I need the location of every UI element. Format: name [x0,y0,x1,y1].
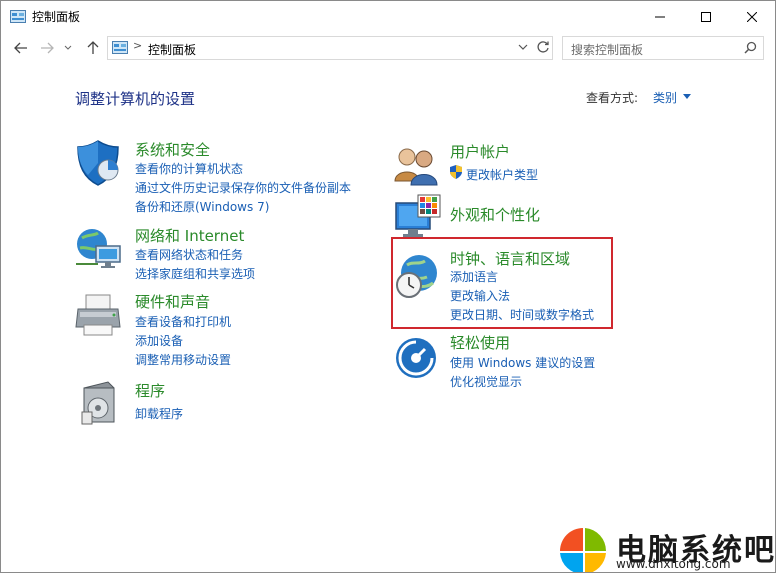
link-mobility-settings[interactable]: 调整常用移动设置 [135,351,231,368]
link-recommended-settings[interactable]: 使用 Windows 建议的设置 [450,354,595,371]
search-icon[interactable] [744,41,757,54]
title-bar[interactable]: 控制面板 [1,1,775,32]
close-button[interactable] [729,1,775,32]
link-change-input-method[interactable]: 更改输入法 [450,287,510,304]
printer-icon[interactable] [74,291,124,341]
category-title-system-security[interactable]: 系统和安全 [135,139,210,160]
user-accounts-icon[interactable] [392,141,442,191]
chevron-down-icon[interactable] [518,42,528,52]
link-homegroup-sharing[interactable]: 选择家庭组和共享选项 [135,265,255,282]
windows-logo-watermark [560,528,607,572]
link-backup-restore[interactable]: 备份和还原(Windows 7) [135,198,269,215]
up-button[interactable] [83,38,103,58]
category-title-user-accounts[interactable]: 用户帐户 [450,141,510,162]
link-add-language[interactable]: 添加语言 [450,268,498,285]
arrow-right-icon [41,42,54,54]
search-box[interactable]: 搜索控制面板 [562,36,764,60]
link-change-date-time-format[interactable]: 更改日期、时间或数字格式 [450,306,594,323]
minimize-button[interactable] [637,1,683,32]
search-input[interactable]: 搜索控制面板 [571,41,643,58]
category-title-clock-language-region[interactable]: 时钟、语言和区域 [450,248,570,269]
clock-globe-icon[interactable] [393,251,443,301]
breadcrumb-control-panel[interactable]: 控制面板 [148,41,196,58]
maximize-icon [701,11,711,22]
refresh-icon[interactable] [536,40,550,54]
control-panel-icon [112,41,128,54]
recent-locations-button[interactable] [58,38,78,58]
category-title-ease-of-access[interactable]: 轻松使用 [450,332,510,353]
arrow-up-icon [87,41,99,54]
address-bar[interactable]: > 控制面板 [107,36,553,60]
watermark-url: www.dnxitong.com [616,557,731,571]
link-change-account-type[interactable]: 更改帐户类型 [466,166,538,183]
link-file-history-backup[interactable]: 通过文件历史记录保存你的文件备份副本 [135,179,351,196]
close-icon [747,11,757,22]
uac-shield-icon [450,165,462,179]
programs-icon[interactable] [74,378,124,428]
link-uninstall-program[interactable]: 卸载程序 [135,405,183,422]
breadcrumb-separator[interactable]: > [133,39,142,52]
category-title-programs[interactable]: 程序 [135,380,165,401]
link-optimize-visual-display[interactable]: 优化视觉显示 [450,373,522,390]
page-heading: 调整计算机的设置 [75,90,196,108]
link-add-device[interactable]: 添加设备 [135,332,183,349]
view-by-label: 查看方式: [586,91,639,105]
forward-button[interactable] [37,38,57,58]
caret-down-icon[interactable] [683,94,691,99]
window-title: 控制面板 [32,10,81,24]
category-title-appearance[interactable]: 外观和个性化 [450,204,540,225]
link-devices-printers[interactable]: 查看设备和打印机 [135,313,231,330]
minimize-icon [655,16,665,17]
shield-icon[interactable] [74,138,124,188]
view-by-dropdown[interactable]: 类别 [653,89,677,106]
appearance-icon[interactable] [392,193,442,243]
network-globe-icon[interactable] [74,224,124,274]
maximize-button[interactable] [683,1,729,32]
category-title-network-internet[interactable]: 网络和 Internet [135,225,244,246]
arrow-left-icon [14,42,27,54]
ease-of-access-icon[interactable] [392,334,442,384]
control-panel-icon [10,10,26,23]
link-network-status[interactable]: 查看网络状态和任务 [135,246,243,263]
link-view-computer-status[interactable]: 查看你的计算机状态 [135,160,243,177]
category-title-hardware-sound[interactable]: 硬件和声音 [135,291,210,312]
chevron-down-icon [64,45,72,50]
control-panel-window: 控制面板 > 控制面板 搜索控制面板 调整计算机的设置 查看方式: 类别 系统和… [0,0,776,573]
navigation-bar: > 控制面板 搜索控制面板 [1,32,775,64]
back-button[interactable] [11,38,31,58]
